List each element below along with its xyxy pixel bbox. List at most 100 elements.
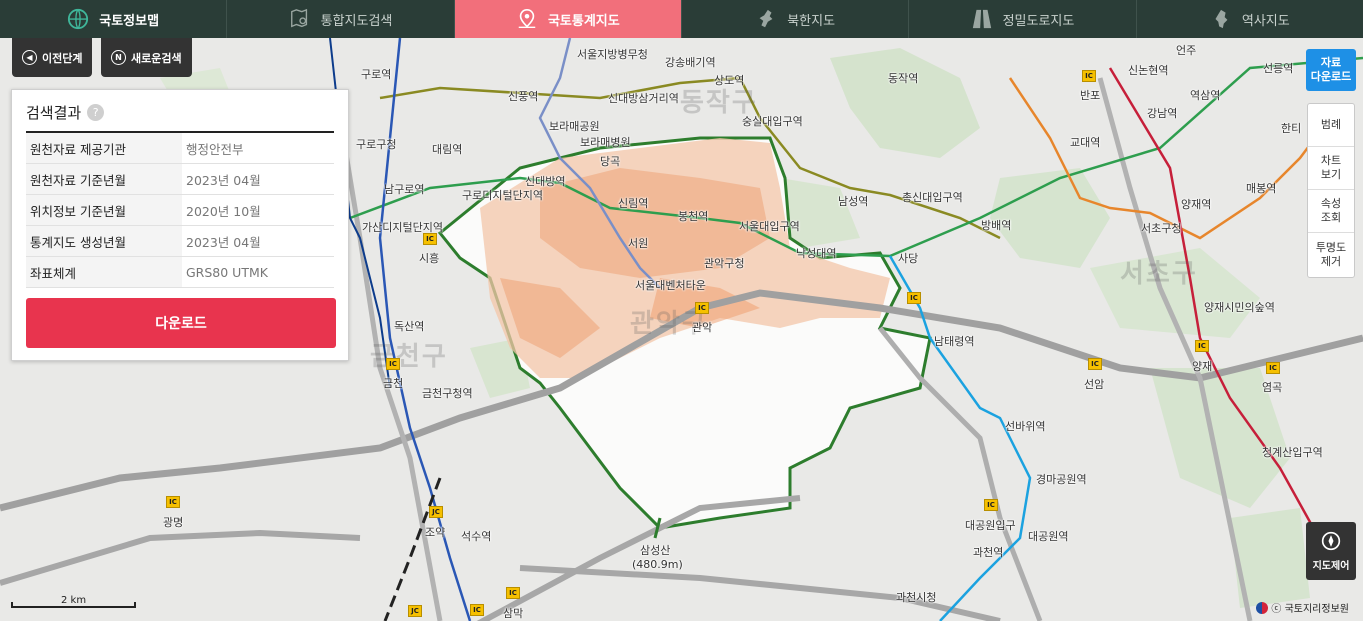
info-value: 행정안전부 (186, 141, 244, 157)
ic-marker-icon: JC (408, 605, 422, 617)
prev-step-button[interactable]: ◀ 이전단계 (12, 38, 93, 77)
chart-view-button[interactable]: 차트 보기 (1308, 147, 1354, 190)
map-label: 관악구청 (704, 257, 745, 270)
tab-label: 국토정보맵 (99, 13, 160, 29)
map-label: 양재역 (1181, 198, 1212, 211)
ic-marker-icon: IC (506, 587, 520, 599)
ic-marker-icon: IC (1088, 358, 1102, 370)
map-label: 남태령역 (934, 335, 975, 348)
ic-marker-icon: IC (984, 499, 998, 511)
map-label: 대림역 (432, 143, 463, 156)
info-value: 2020년 10월 (186, 203, 261, 219)
ic-marker-icon: IC (386, 358, 400, 370)
map-label: 대공원입구 (965, 519, 1016, 532)
map-label: 과천역 (973, 546, 1004, 559)
map-label: 구로디지털단지역 (462, 189, 543, 202)
data-download-label-2: 다운로드 (1310, 70, 1352, 83)
map-label: 구로역 (361, 68, 392, 81)
map-label: 석수역 (461, 530, 492, 543)
map-label: 총신대입구역 (902, 191, 963, 204)
map-label: 선릉역 (1263, 62, 1294, 75)
map-label: 신림역 (618, 197, 649, 210)
tab-national-map[interactable]: 국토정보맵 (0, 0, 228, 38)
info-row: 좌표체계 GRS80 UTMK (26, 257, 334, 288)
map-pin-icon (518, 9, 536, 28)
map-search-icon (290, 8, 307, 28)
tab-history-map[interactable]: 역사지도 (1137, 0, 1363, 38)
tab-label: 역사지도 (1241, 13, 1290, 29)
info-row: 원천자료 기준년월 2023년 04월 (26, 164, 334, 195)
map-label: 금천 (383, 377, 404, 390)
tab-precision-road-map[interactable]: 정밀도로지도 (909, 0, 1137, 38)
data-download-button[interactable]: 자료 다운로드 (1306, 49, 1356, 91)
ic-marker-icon: IC (470, 604, 484, 616)
map-label: 양재시민의숲역 (1204, 301, 1275, 314)
legend-button[interactable]: 범례 (1308, 104, 1354, 147)
tab-label: 통합지도검색 (320, 13, 393, 29)
ic-marker-icon: IC (1082, 70, 1096, 82)
info-key: 위치정보 기준년월 (26, 195, 182, 225)
map-label: 신대방역 (525, 175, 566, 188)
map-label: 낙성대역 (796, 247, 837, 260)
attribute-query-button[interactable]: 속성 조회 (1308, 190, 1354, 233)
tab-north-korea-map[interactable]: 북한지도 (682, 0, 910, 38)
map-label: 금천구청역 (422, 387, 473, 400)
download-button[interactable]: 다운로드 (26, 298, 336, 348)
new-icon: N (111, 50, 126, 65)
map-label: 매봉역 (1246, 182, 1277, 195)
tool-label: 차트 보기 (1320, 154, 1342, 181)
map-label: 광명 (163, 516, 184, 529)
info-row: 원천자료 제공기관 행정안전부 (26, 133, 334, 164)
road-icon (972, 9, 991, 29)
map-label: 서울대입구역 (739, 220, 800, 233)
new-search-label: 새로운검색 (131, 51, 182, 65)
globe-icon (68, 8, 89, 30)
map-label: 과천시청 (896, 591, 937, 604)
map-label: 양재 (1192, 360, 1213, 373)
map-label: 신논현역 (1128, 64, 1169, 77)
map-label: 선암 (1084, 378, 1105, 391)
info-key: 원천자료 기준년월 (26, 164, 182, 194)
map-label: 동작역 (888, 72, 919, 85)
map-label: 서원 (628, 237, 649, 250)
remove-transparency-button[interactable]: 투명도 제거 (1308, 233, 1354, 277)
map-label: 조약 (425, 526, 446, 539)
info-row: 위치정보 기준년월 2020년 10월 (26, 195, 334, 226)
top-navigation: 국토정보맵 통합지도검색 국토통계지도 북한지도 정밀도로지도 역사지도 (0, 0, 1363, 38)
new-search-button[interactable]: N 새로운검색 (101, 38, 192, 77)
info-key: 원천자료 제공기관 (26, 133, 182, 163)
map-label: 삼성산 (640, 544, 671, 557)
tool-label: 투명도 제거 (1315, 241, 1347, 268)
map-label: 봉천역 (678, 210, 709, 223)
scale-bar: 2 km (11, 592, 136, 612)
info-value: 2023년 04월 (186, 172, 261, 188)
ic-marker-icon: IC (1195, 340, 1209, 352)
map-label: 염곡 (1262, 381, 1283, 394)
map-label: 한티 (1281, 122, 1302, 135)
map-label: 서울지방병무청 (577, 48, 648, 61)
map-label: 신대방삼거리역 (608, 92, 679, 105)
tab-statistics-map[interactable]: 국토통계지도 (454, 0, 682, 38)
help-icon[interactable]: ? (87, 104, 105, 121)
map-label: 방배역 (981, 219, 1012, 232)
copyright: ⓒ 국토지리정보원 (1256, 600, 1349, 615)
map-control-button[interactable]: 지도제어 (1306, 522, 1356, 580)
map-label: 교대역 (1070, 136, 1101, 149)
map-label: 남구로역 (384, 183, 425, 196)
district-label: 금천구 (370, 342, 448, 372)
map-label: 경마공원역 (1036, 473, 1087, 486)
map-label: 구로구청 (356, 138, 397, 151)
tab-integrated-search[interactable]: 통합지도검색 (227, 0, 455, 38)
map-label: 시흥 (419, 252, 440, 265)
history-map-icon (1215, 9, 1228, 29)
map-tool-panel: 범례 차트 보기 속성 조회 투명도 제거 (1307, 103, 1355, 278)
search-result-panel: 검색결과 ? 원천자료 제공기관 행정안전부 원천자료 기준년월 2023년 0… (11, 89, 349, 361)
map-label: (480.9m) (632, 558, 683, 571)
map-label: 보라매공원 (549, 120, 600, 133)
map-label: 청계산입구역 (1262, 446, 1323, 459)
info-value: 2023년 04월 (186, 234, 261, 250)
tab-label: 북한지도 (787, 13, 836, 29)
arrow-left-icon: ◀ (22, 50, 37, 65)
panel-title: 검색결과 (26, 104, 82, 122)
tool-label: 속성 조회 (1320, 197, 1342, 224)
